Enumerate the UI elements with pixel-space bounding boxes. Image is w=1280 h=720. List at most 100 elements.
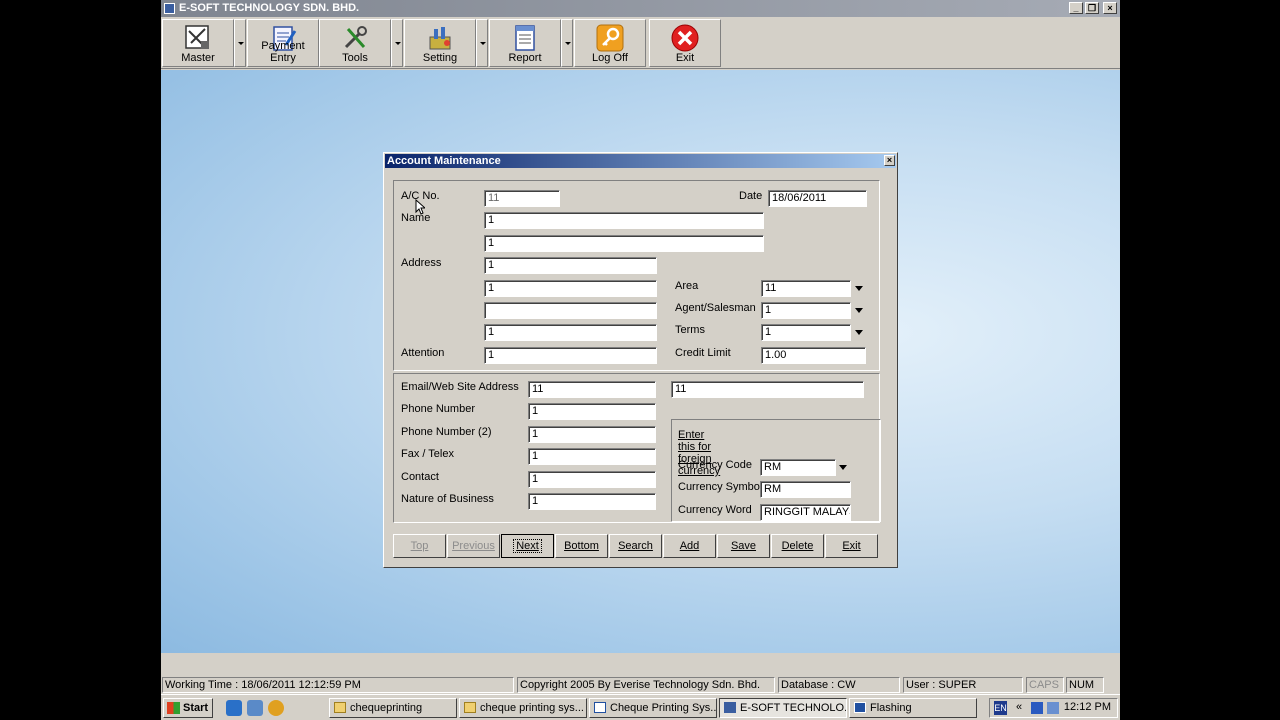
phone2-field[interactable]: 1: [528, 426, 656, 443]
task-esoft-app[interactable]: E-SOFT TECHNOLO...: [719, 698, 847, 718]
terms-dropdown-icon[interactable]: [853, 324, 865, 341]
top-button[interactable]: Top: [393, 534, 446, 558]
tray-expand-icon[interactable]: «: [1016, 701, 1022, 713]
minimize-icon[interactable]: _: [1069, 2, 1083, 14]
area-select[interactable]: 11: [761, 280, 851, 297]
save-button[interactable]: Save: [717, 534, 770, 558]
currency-code-select[interactable]: RM: [760, 459, 836, 476]
name-field-2[interactable]: 1: [484, 235, 764, 252]
bottom-button[interactable]: Bottom: [555, 534, 608, 558]
address-field-1[interactable]: 1: [484, 257, 657, 274]
currency-code-label: Currency Code: [678, 459, 752, 471]
attention-label: Attention: [401, 347, 445, 359]
setting-dropdown-arrow[interactable]: [476, 19, 488, 67]
tools-dropdown-arrow[interactable]: [391, 19, 403, 67]
folder-icon: [334, 702, 346, 713]
start-button[interactable]: Start: [163, 698, 213, 718]
terms-label: Terms: [675, 324, 705, 336]
toolbar-log-off-button[interactable]: Log Off: [574, 19, 646, 67]
task-cheque-printing-sys-folder[interactable]: cheque printing sys...: [459, 698, 587, 718]
toolbar-payment-entry-button[interactable]: Payment Entry: [247, 19, 319, 67]
toolbar-tools-label: Tools: [342, 52, 368, 64]
user-panel: User : SUPER: [903, 677, 1023, 693]
app-screen: E-SOFT TECHNOLOGY SDN. BHD. _ ❐ × Master…: [161, 0, 1120, 720]
close-icon[interactable]: ×: [1103, 2, 1117, 14]
address-field-3[interactable]: [484, 302, 657, 319]
toolbar-tools-button[interactable]: Tools: [319, 19, 391, 67]
currency-code-dropdown-icon[interactable]: [837, 459, 849, 476]
email-field[interactable]: 11: [528, 381, 656, 398]
delete-button[interactable]: Delete: [771, 534, 824, 558]
window-titlebar[interactable]: E-SOFT TECHNOLOGY SDN. BHD. _ ❐ ×: [161, 0, 1120, 17]
clock[interactable]: 12:12 PM: [1064, 701, 1111, 713]
report-dropdown-arrow[interactable]: [561, 19, 573, 67]
website-field[interactable]: 11: [671, 381, 864, 398]
ac-no-field[interactable]: 11: [484, 190, 560, 207]
task-label: Cheque Printing Sys...: [610, 702, 717, 714]
credit-limit-label: Credit Limit: [675, 347, 731, 359]
address-label: Address: [401, 257, 442, 269]
task-label: chequeprinting: [350, 702, 423, 714]
restore-icon[interactable]: ❐: [1085, 2, 1099, 14]
agent-label: Agent/Salesman: [675, 302, 756, 314]
currency-symbol-field[interactable]: RM: [760, 481, 851, 498]
setting-icon: [429, 27, 451, 50]
status-bar: Working Time : 18/06/2011 12:12:59 PM Co…: [161, 675, 1120, 694]
task-label: Flashing: [870, 702, 912, 714]
caps-indicator: CAPS: [1026, 677, 1064, 693]
agent-select[interactable]: 1: [761, 302, 851, 319]
dialog-close-icon[interactable]: ×: [884, 155, 895, 166]
agent-dropdown-icon[interactable]: [853, 302, 865, 319]
address-field-4[interactable]: 1: [484, 324, 657, 341]
window-title: E-SOFT TECHNOLOGY SDN. BHD.: [179, 2, 360, 14]
area-dropdown-icon[interactable]: [853, 280, 865, 297]
next-button[interactable]: Next: [501, 534, 554, 558]
toolbar-master-button[interactable]: Master: [162, 19, 234, 67]
toolbar-report-label: Report: [508, 52, 542, 64]
nature-field[interactable]: 1: [528, 493, 656, 510]
task-chequeprinting-folder[interactable]: chequeprinting: [329, 698, 457, 718]
num-indicator: NUM: [1066, 677, 1104, 693]
previous-button[interactable]: Previous: [447, 534, 500, 558]
network-icon[interactable]: [1031, 702, 1043, 714]
attention-field[interactable]: 1: [484, 347, 657, 364]
currency-word-field[interactable]: RINGGIT MALAYS: [760, 504, 851, 521]
dialog-title: Account Maintenance: [387, 155, 501, 167]
task-label: E-SOFT TECHNOLO...: [740, 702, 847, 714]
contact-field[interactable]: 1: [528, 471, 656, 488]
date-label: Date: [739, 190, 763, 202]
search-button[interactable]: Search: [609, 534, 662, 558]
credit-limit-field[interactable]: 1.00: [761, 347, 866, 364]
master-dropdown-arrow[interactable]: [234, 19, 246, 67]
task-cheque-printing-document[interactable]: Cheque Printing Sys...: [589, 698, 717, 718]
main-toolbar: Master Payment Entry Tools Setting Repor…: [161, 17, 1120, 69]
window-icon: [854, 702, 866, 713]
working-time-panel: Working Time : 18/06/2011 12:12:59 PM: [162, 677, 514, 693]
fax-field[interactable]: 1: [528, 448, 656, 465]
start-label: Start: [183, 702, 209, 714]
date-field[interactable]: 18/06/2011: [768, 190, 867, 207]
desktop-quicklaunch-icon[interactable]: [247, 700, 263, 716]
terms-select[interactable]: 1: [761, 324, 851, 341]
volume-icon[interactable]: [1047, 702, 1059, 714]
task-flashing[interactable]: Flashing: [849, 698, 977, 718]
name-field-1[interactable]: 1: [484, 212, 764, 229]
ie-quicklaunch-icon[interactable]: [226, 700, 242, 716]
toolbar-exit-button[interactable]: Exit: [649, 19, 721, 67]
exit-icon: [671, 24, 699, 52]
media-player-quicklaunch-icon[interactable]: [268, 700, 284, 716]
exit-button[interactable]: Exit: [825, 534, 878, 558]
address-field-2[interactable]: 1: [484, 280, 657, 297]
toolbar-setting-button[interactable]: Setting: [404, 19, 476, 67]
add-button[interactable]: Add: [663, 534, 716, 558]
email-label: Email/Web Site Address: [401, 381, 519, 393]
account-info-group: [393, 180, 880, 371]
app-icon: [724, 702, 736, 713]
dialog-titlebar[interactable]: Account Maintenance ×: [385, 154, 896, 168]
toolbar-report-button[interactable]: Report: [489, 19, 561, 67]
folder-icon: [464, 702, 476, 713]
language-indicator[interactable]: EN: [994, 701, 1007, 715]
nature-label: Nature of Business: [401, 493, 494, 505]
phone-field[interactable]: 1: [528, 403, 656, 420]
windows-logo-icon: [167, 702, 180, 714]
